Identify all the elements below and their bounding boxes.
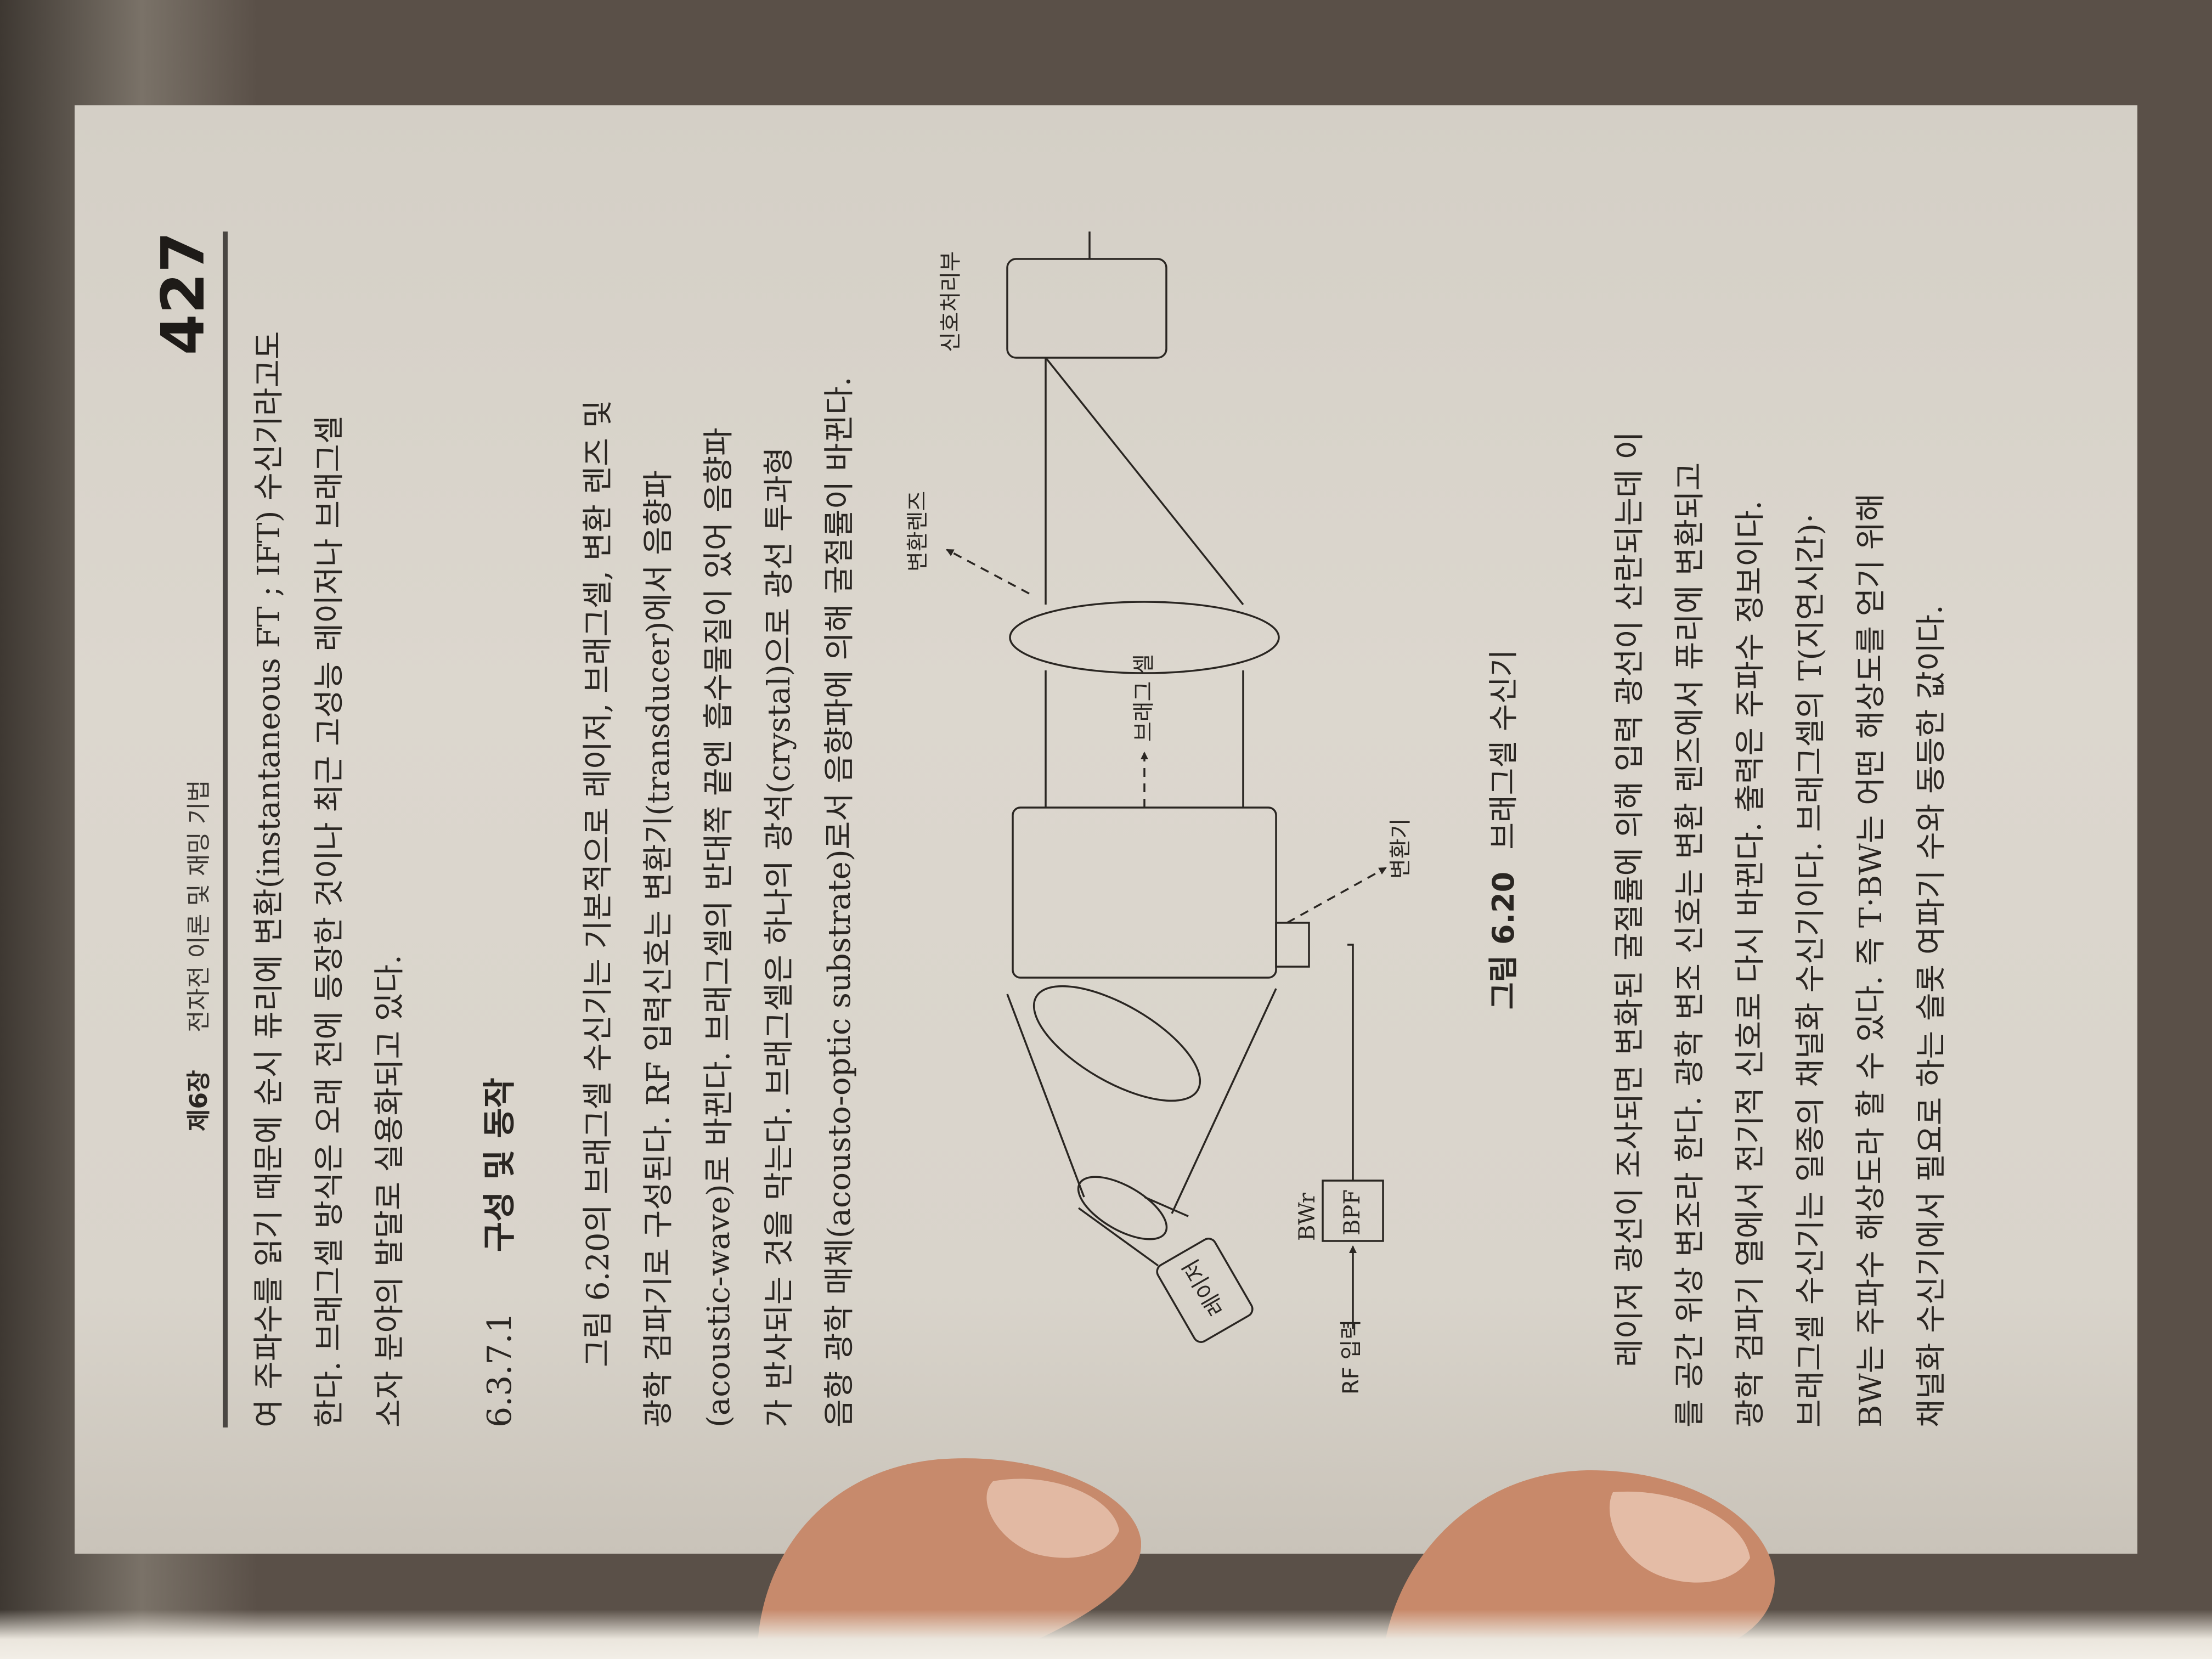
book-page: 제6장 전자전 이론 및 재밍 기법 427 여 주파수를 읽기 때문에 순시 … bbox=[75, 105, 2137, 1554]
text-line: 소자 분야의 발달로 실용화되고 있다. bbox=[372, 955, 408, 1427]
beam-line bbox=[1045, 357, 1244, 606]
text-line: 를 공간 위상 변조라 한다. 광학 변조 신호는 변환 렌즈에서 퓨리에 변환… bbox=[1672, 462, 1708, 1427]
transducer-label: 변환기 bbox=[1388, 819, 1413, 879]
beam-line bbox=[1006, 994, 1085, 1198]
beam-line bbox=[1144, 1196, 1189, 1217]
text-line: 광학 검파기로 구성된다. RF 입력신호는 변환기(transducer)에서… bbox=[641, 470, 676, 1427]
laser-label: 레이저 bbox=[1178, 1255, 1231, 1320]
page-number: 427 bbox=[149, 232, 218, 356]
text-line: 그림 6.20의 브래그셀 수신기는 기본적으로 레이저, 브래그셀, 변환 렌… bbox=[580, 399, 616, 1367]
text-line: BW는 주파수 해상도라 할 수 있다. 즉 T·BW는 어떤 해상도를 얻기 … bbox=[1853, 493, 1889, 1427]
transducer-box bbox=[1275, 922, 1310, 968]
text-line: 가 반사되는 것을 막는다. 브래그셀은 하나의 광석(crystal)으로 광… bbox=[761, 447, 797, 1427]
detector-box bbox=[1006, 258, 1167, 359]
beam-line bbox=[1171, 988, 1277, 1214]
text-line: 레이저 광선이 조사되면 변화된 굴절률에 의해 입력 광선이 산란되는데 이 bbox=[1612, 431, 1647, 1367]
transducer-dashed bbox=[1286, 867, 1387, 924]
figure-number: 그림 6.20 bbox=[1486, 871, 1521, 1010]
intro-paragraph: 여 주파수를 읽기 때문에 순시 퓨리에 변환(instantaneous FT… bbox=[239, 232, 420, 1427]
section-title: 구성 및 동작 bbox=[481, 1077, 519, 1252]
bpf-label: BPF bbox=[1340, 1189, 1365, 1235]
text-line: 채널화 수신기에서 필요로 하는 슬롯 여파기 수와 동등한 값이다. bbox=[1914, 605, 1949, 1427]
section-heading: 6.3.7.1 구성 및 동작 bbox=[470, 232, 530, 1427]
body-paragraph-1: 그림 6.20의 브래그셀 수신기는 기본적으로 레이저, 브래그셀, 변환 렌… bbox=[568, 232, 870, 1427]
photo-scene: 제6장 전자전 이론 및 재밍 기법 427 여 주파수를 읽기 때문에 순시 … bbox=[0, 0, 2212, 1659]
running-header: 제6장 전자전 이론 및 재밍 기법 427 bbox=[149, 232, 228, 1427]
chapter-label: 제6장 bbox=[185, 1070, 213, 1131]
transform-lens-label: 변환렌즈 bbox=[905, 491, 930, 572]
bragg-cell-box bbox=[1012, 806, 1277, 979]
figure-title: 브래그셀 수신기 bbox=[1486, 649, 1521, 850]
text-line: 한다. 브래그셀 방식은 오래 전에 등장한 것이나 최근 고성능 레이저나 브… bbox=[312, 415, 347, 1427]
text-line: 광학 검파기 열에서 전기적 신호로 다시 바뀐다. 출력은 주파수 정보이다. bbox=[1733, 500, 1768, 1427]
chapter-title: 전자전 이론 및 재밍 기법 bbox=[185, 780, 213, 1032]
page-bottom-edge bbox=[0, 1610, 2212, 1659]
section-number: 6.3.7.1 bbox=[481, 1312, 519, 1427]
text-line: 여 주파수를 읽기 때문에 순시 퓨리에 변환(instantaneous FT… bbox=[251, 331, 287, 1427]
text-line: 브래그셀 수신기는 일종의 채널화 수신기이다. 브래그셀의 T(지연시간)· bbox=[1793, 513, 1829, 1427]
body-paragraph-2: 레이저 광선이 조사되면 변화된 굴절률에 의해 입력 광선이 산란되는데 이 … bbox=[1600, 232, 1962, 1427]
bpf-wire bbox=[1347, 944, 1354, 1181]
figure-caption: 그림 6.20 브래그셀 수신기 bbox=[1479, 232, 1522, 1427]
lens-dashed bbox=[946, 549, 1030, 595]
bragg-cell-label: 브래그 셀 bbox=[1131, 654, 1156, 742]
signal-processor-label: 신호처리부 bbox=[938, 251, 963, 352]
beam-line bbox=[1077, 1207, 1159, 1267]
rf-input-label: RF 입력 bbox=[1339, 1319, 1364, 1395]
text-line: 음향 광학 매체(acousto-optic substrate)로서 음향파에… bbox=[822, 376, 857, 1427]
bwr-label: BWr bbox=[1295, 1192, 1320, 1241]
lens-1 bbox=[1077, 1176, 1168, 1240]
text-line: (acoustic-wave)로 바뀐다. 브래그셀의 반대쪽 끝엔 흡수물질이… bbox=[701, 427, 737, 1427]
bragg-cell-receiver-diagram: RF 입력 BWr BPF 레이저 변환기 브래그 셀 변환렌즈 신호처리부 bbox=[905, 232, 1413, 1395]
